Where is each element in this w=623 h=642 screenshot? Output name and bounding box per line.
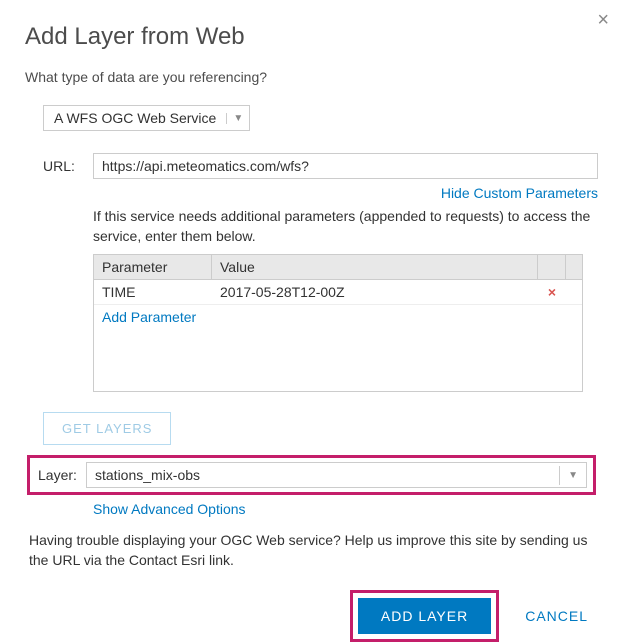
layer-select-value: stations_mix-obs	[87, 463, 559, 487]
chevron-down-icon: ▼	[559, 466, 586, 485]
layer-label: Layer:	[36, 467, 86, 483]
params-instructions: If this service needs additional paramet…	[93, 207, 598, 246]
param-value-cell[interactable]: 2017-05-28T12-00Z	[212, 280, 538, 304]
delete-row-icon[interactable]: ×	[538, 280, 566, 304]
header-value: Value	[212, 255, 538, 279]
row-spacer	[566, 280, 582, 304]
chevron-down-icon: ▼	[226, 113, 243, 124]
hide-custom-params-link[interactable]: Hide Custom Parameters	[441, 185, 598, 201]
add-layer-highlight: ADD LAYER	[350, 590, 499, 642]
data-type-select[interactable]: A WFS OGC Web Service ▼	[43, 105, 250, 131]
add-parameter-link[interactable]: Add Parameter	[102, 309, 196, 325]
header-parameter: Parameter	[94, 255, 212, 279]
table-row: TIME 2017-05-28T12-00Z ×	[94, 280, 582, 305]
close-icon[interactable]: ×	[597, 10, 609, 30]
url-label: URL:	[43, 158, 93, 174]
header-spacer	[566, 255, 582, 279]
header-action	[538, 255, 566, 279]
help-text: Having trouble displaying your OGC Web s…	[29, 531, 594, 570]
url-input[interactable]	[93, 153, 598, 179]
cancel-button[interactable]: CANCEL	[525, 608, 588, 624]
type-prompt: What type of data are you referencing?	[25, 69, 598, 85]
layer-row-highlight: Layer: stations_mix-obs ▼	[27, 455, 596, 495]
dialog-title: Add Layer from Web	[25, 23, 598, 51]
param-name-cell[interactable]: TIME	[94, 280, 212, 304]
show-advanced-link[interactable]: Show Advanced Options	[93, 501, 246, 517]
get-layers-button[interactable]: GET LAYERS	[43, 412, 171, 445]
params-header: Parameter Value	[94, 255, 582, 280]
dialog-footer: ADD LAYER CANCEL	[25, 590, 598, 642]
data-type-value: A WFS OGC Web Service	[54, 110, 216, 126]
params-table: Parameter Value TIME 2017-05-28T12-00Z ×…	[93, 254, 583, 392]
layer-select[interactable]: stations_mix-obs ▼	[86, 462, 587, 488]
